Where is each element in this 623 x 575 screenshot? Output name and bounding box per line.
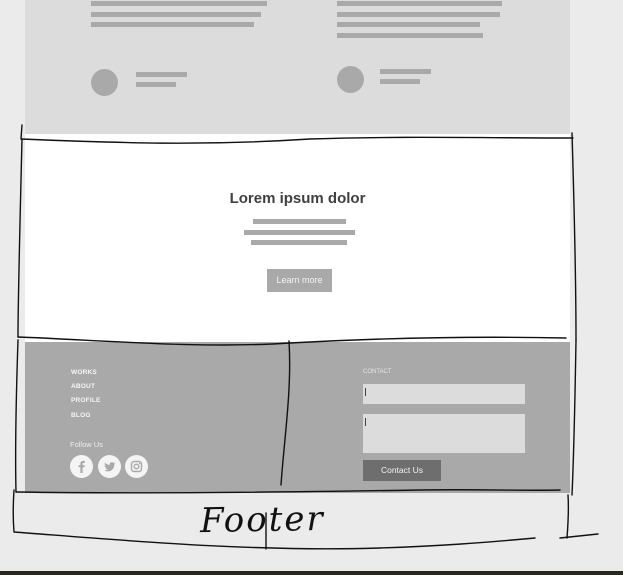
- contact-heading: CONTACT: [363, 369, 392, 375]
- text-cursor: [365, 418, 366, 426]
- text-placeholder-line: [337, 33, 483, 38]
- instagram-icon[interactable]: [125, 455, 148, 478]
- bottom-edge-bar: [0, 571, 623, 575]
- hero-title: Lorem ipsum dolor: [229, 190, 366, 207]
- footer-annotation-label: Footer: [199, 498, 326, 542]
- text-cursor: [365, 388, 366, 396]
- avatar-placeholder: [91, 69, 118, 96]
- text-placeholder-line: [91, 1, 267, 6]
- text-placeholder-line: [91, 22, 254, 27]
- text-placeholder-line: [91, 12, 261, 17]
- hero-text-placeholder-line: [253, 219, 346, 224]
- follow-us-label: Follow Us: [70, 440, 103, 449]
- footer-link-about[interactable]: ABOUT: [71, 383, 95, 390]
- text-placeholder-line: [337, 12, 500, 17]
- hero-text-placeholder-line: [244, 230, 355, 235]
- contact-input-field[interactable]: [363, 384, 525, 404]
- contact-message-field[interactable]: [363, 414, 525, 453]
- hero-section: Lorem ipsum dolor Learn more: [25, 134, 570, 342]
- text-placeholder-line: [337, 22, 480, 27]
- footer: WORKS ABOUT PROFILE BLOG Follow Us CONTA…: [25, 342, 570, 493]
- author-placeholder-line: [136, 82, 176, 87]
- contact-us-button[interactable]: Contact Us: [363, 460, 441, 481]
- author-placeholder-line: [136, 72, 187, 77]
- author-placeholder-line: [380, 69, 431, 74]
- author-placeholder-line: [380, 79, 420, 84]
- hero-text-placeholder-line: [251, 240, 347, 245]
- top-content-section: [25, 0, 570, 134]
- avatar-placeholder: [337, 66, 364, 93]
- learn-more-button[interactable]: Learn more: [267, 269, 332, 292]
- twitter-icon[interactable]: [98, 455, 121, 478]
- facebook-icon[interactable]: [70, 455, 93, 478]
- footer-link-works[interactable]: WORKS: [71, 369, 97, 376]
- footer-link-profile[interactable]: PROFILE: [71, 397, 101, 404]
- text-placeholder-line: [337, 1, 502, 6]
- footer-link-blog[interactable]: BLOG: [71, 412, 91, 419]
